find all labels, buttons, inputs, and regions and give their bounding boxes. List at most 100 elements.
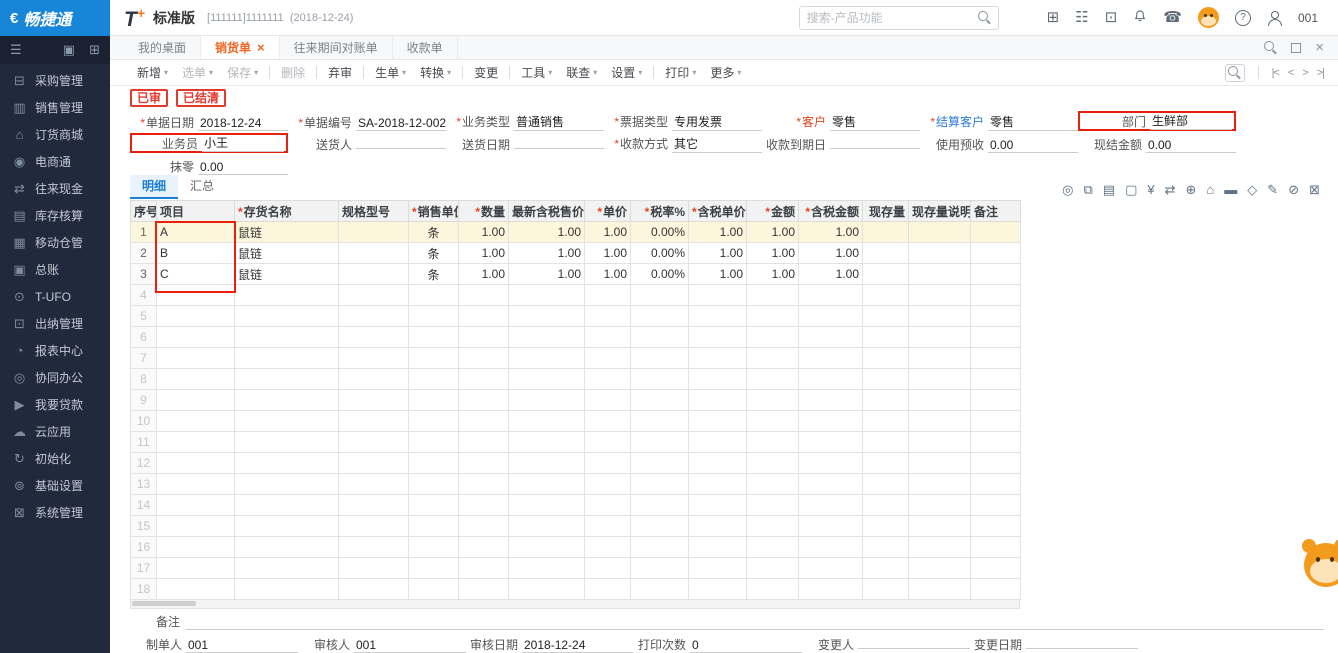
cell[interactable] [509,474,585,495]
cell[interactable]: 1.00 [689,222,747,243]
cell[interactable] [909,474,971,495]
cell[interactable]: 1.00 [799,243,863,264]
cell[interactable]: A [157,222,235,243]
cell[interactable] [339,306,409,327]
cell[interactable] [909,453,971,474]
cell[interactable] [235,285,339,306]
cell[interactable]: B [157,243,235,264]
field-value[interactable]: 2018-12-24 [522,638,634,653]
sidebar-item-cloud-apps[interactable]: ☁云应用 [0,418,110,445]
cell[interactable] [509,285,585,306]
cell[interactable]: 1.00 [509,264,585,285]
field-value[interactable]: 0 [690,638,802,653]
cell[interactable] [971,411,1021,432]
cell[interactable] [631,348,689,369]
cell[interactable] [863,222,909,243]
cell[interactable] [509,306,585,327]
cell[interactable] [971,222,1021,243]
cell[interactable] [409,495,459,516]
table-row-empty[interactable]: 16 [131,537,1021,558]
cell[interactable] [409,348,459,369]
column-header-销售单位[interactable]: *销售单位 [409,201,459,222]
cell[interactable] [799,327,863,348]
column-header-含税金额[interactable]: *含税金额 [799,201,863,222]
column-header-项目[interactable]: 项目 [157,201,235,222]
toolbar-选单-button[interactable]: 选单▾ [175,62,220,83]
cell[interactable]: 1.00 [799,222,863,243]
cell[interactable] [799,306,863,327]
cell[interactable] [157,495,235,516]
sidebar-item-initialization[interactable]: ↻初始化 [0,445,110,472]
menu-icon[interactable]: ☰ [10,42,22,58]
sidebar-item-general-ledger[interactable]: ▣总账 [0,256,110,283]
cell[interactable] [509,453,585,474]
cell[interactable] [799,558,863,579]
monitor-icon[interactable]: ⊡ [1105,10,1118,25]
cell[interactable] [235,390,339,411]
cell[interactable] [235,327,339,348]
cell[interactable] [863,558,909,579]
cell[interactable] [235,579,339,600]
field-label[interactable]: 客户 [762,113,826,130]
cell[interactable]: 1.00 [509,243,585,264]
cell[interactable] [971,474,1021,495]
cell[interactable] [971,306,1021,327]
tab-销货单[interactable]: 销货单× [201,36,280,59]
sidebar-item-mobile-warehouse[interactable]: ▦移动仓管 [0,229,110,256]
cell[interactable] [339,222,409,243]
cell[interactable] [971,243,1021,264]
cell[interactable] [631,411,689,432]
fullscreen-icon[interactable] [1291,43,1301,53]
table-row-empty[interactable]: 7 [131,348,1021,369]
cash-icon[interactable]: ¥ [1147,183,1154,196]
field-value[interactable] [858,634,970,649]
cell[interactable] [689,390,747,411]
table-row-empty[interactable]: 10 [131,411,1021,432]
toolbar-设置-button[interactable]: 设置▾ [604,62,649,83]
cell[interactable] [971,579,1021,600]
card-icon[interactable]: ▬ [1224,183,1237,196]
sidebar-item-inventory-accounting[interactable]: ▤库存核算 [0,202,110,229]
sidebar-item-basic-settings[interactable]: ⊚基础设置 [0,472,110,499]
sidebar-item-system-management[interactable]: ⊠系统管理 [0,499,110,526]
cell[interactable] [631,516,689,537]
table-row[interactable]: 2B鼠链条1.001.001.000.00%1.001.001.00 [131,243,1021,264]
monkey-avatar[interactable] [1198,7,1219,28]
tasklist-icon[interactable]: ☷ [1075,10,1088,25]
cell[interactable] [971,264,1021,285]
cell[interactable]: 条 [409,243,459,264]
cell[interactable] [459,285,509,306]
cell[interactable] [971,558,1021,579]
cell[interactable] [409,558,459,579]
cell[interactable]: 条 [409,222,459,243]
cell[interactable] [689,474,747,495]
cell[interactable] [339,348,409,369]
cell[interactable] [235,453,339,474]
cell[interactable] [339,390,409,411]
cell[interactable] [689,369,747,390]
field-value[interactable]: 0.00 [198,160,288,175]
cell[interactable] [157,558,235,579]
cell[interactable] [689,558,747,579]
column-header-最新含税售价[interactable]: 最新含税售价 [509,201,585,222]
toolbar-保存-button[interactable]: 保存▾ [220,62,265,83]
cell[interactable] [459,558,509,579]
cell[interactable] [689,348,747,369]
cell[interactable] [689,306,747,327]
field-value[interactable] [830,134,920,149]
cell[interactable]: 1.00 [509,222,585,243]
cell[interactable]: 0.00% [631,264,689,285]
cell[interactable] [235,306,339,327]
bell-icon[interactable] [1133,9,1147,26]
cell[interactable] [157,306,235,327]
delete-icon[interactable]: ⊘ [1288,183,1299,196]
cell[interactable] [863,579,909,600]
cell[interactable] [509,327,585,348]
cell[interactable] [799,390,863,411]
cell[interactable] [339,558,409,579]
horizontal-scrollbar[interactable] [130,600,1020,609]
locate-icon[interactable]: ◎ [1062,183,1073,196]
cell[interactable] [585,327,631,348]
cell[interactable] [459,474,509,495]
cell[interactable] [631,390,689,411]
